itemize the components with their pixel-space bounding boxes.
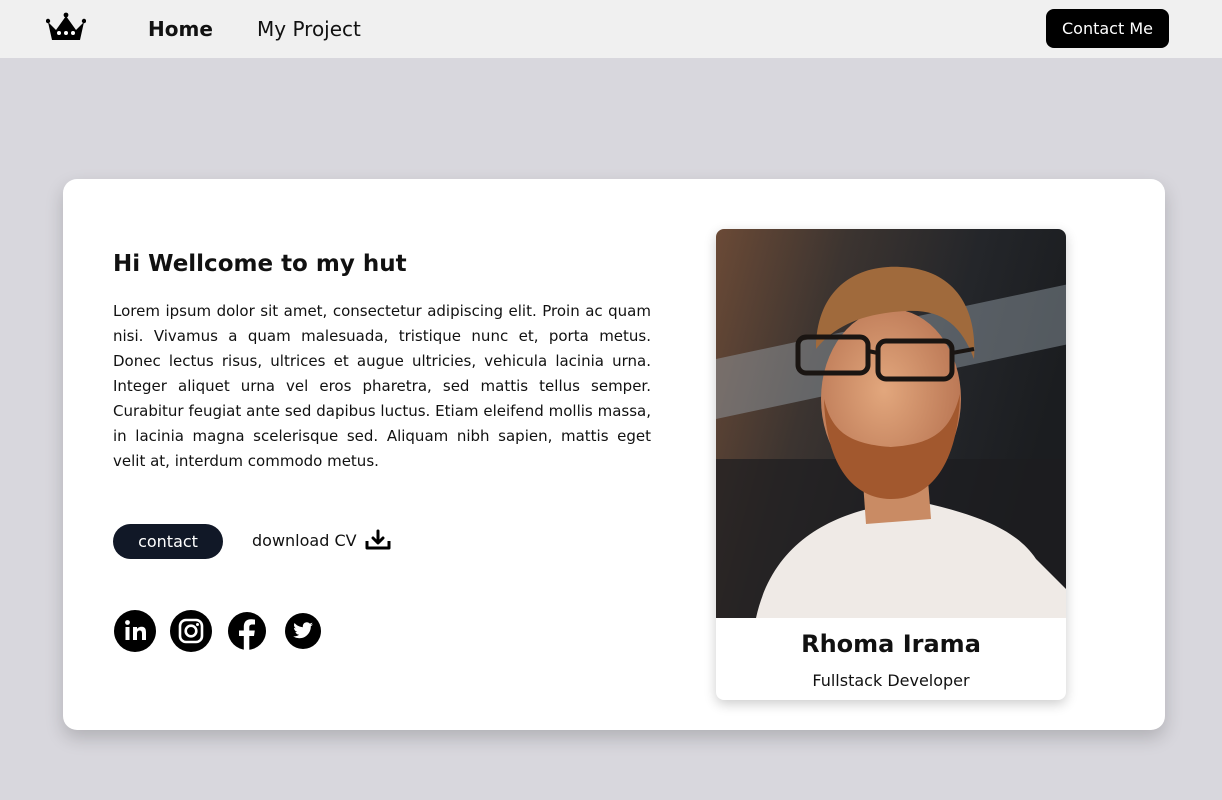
navbar: Home My Project Contact Me <box>0 0 1222 58</box>
contact-button[interactable]: contact <box>113 524 223 559</box>
instagram-icon[interactable] <box>170 610 212 652</box>
crown-icon[interactable] <box>46 12 86 44</box>
social-links <box>114 610 324 652</box>
hero-card: Hi Wellcome to my hut Lorem ipsum dolor … <box>63 179 1165 730</box>
profile-photo <box>716 229 1066 618</box>
hero-bio: Lorem ipsum dolor sit amet, consectetur … <box>113 302 651 470</box>
facebook-icon[interactable] <box>226 610 268 652</box>
nav-link-my-project[interactable]: My Project <box>257 16 361 42</box>
download-cv-link[interactable]: download CV <box>252 527 391 553</box>
profile-role: Fullstack Developer <box>812 671 970 690</box>
linkedin-icon[interactable] <box>114 610 156 652</box>
twitter-icon[interactable] <box>282 610 324 652</box>
nav-link-home[interactable]: Home <box>148 16 213 42</box>
download-icon <box>365 529 391 550</box>
contact-me-button[interactable]: Contact Me <box>1046 9 1169 48</box>
hero-title: Hi Wellcome to my hut <box>113 251 407 277</box>
profile-card: Rhoma Irama Fullstack Developer <box>716 229 1066 700</box>
profile-name: Rhoma Irama <box>801 630 981 658</box>
download-cv-label: download CV <box>252 530 357 550</box>
